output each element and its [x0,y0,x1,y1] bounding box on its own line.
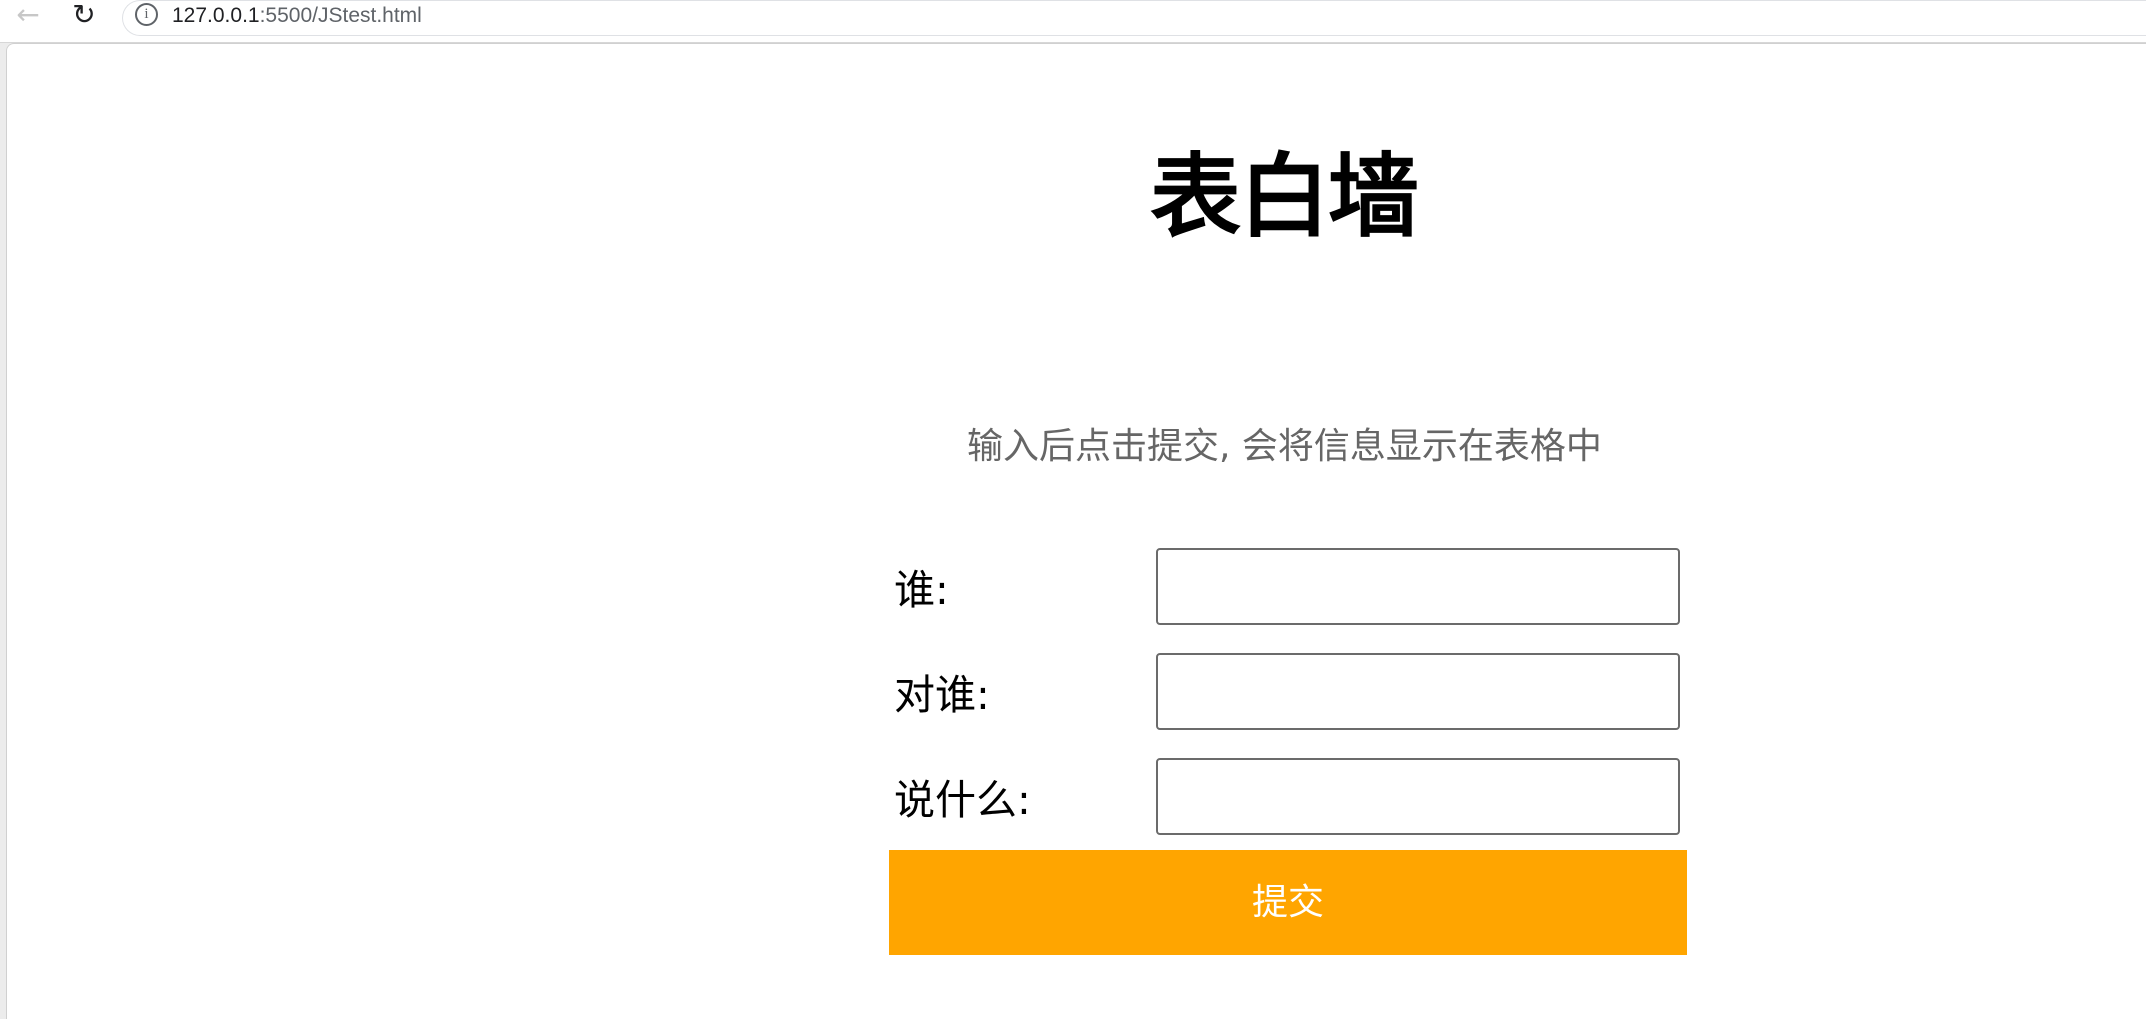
who-input[interactable] [1156,548,1680,625]
reload-button[interactable]: ↻ [64,0,104,30]
instruction-text: 输入后点击提交, 会将信息显示在表格中 [967,426,1602,467]
submit-button[interactable]: 提交 [889,850,1687,955]
address-bar[interactable]: i 127.0.0.1:5500/JStest.html [122,0,2146,36]
message-input[interactable] [1156,758,1680,835]
info-icon[interactable]: i [135,3,158,26]
message-label: 说什么: [894,776,1031,824]
address-url[interactable]: 127.0.0.1:5500/JStest.html [172,1,422,31]
address-host: 127.0.0.1 [172,4,260,27]
to-whom-input[interactable] [1156,653,1680,730]
to-whom-label: 对谁: [894,671,990,719]
back-button[interactable]: ← [8,0,48,30]
address-path: :5500/JStest.html [259,4,422,27]
browser-toolbar: ← ↻ i 127.0.0.1:5500/JStest.html [0,0,2146,43]
reload-icon: ↻ [72,0,96,31]
page-viewport: 表白墙 输入后点击提交, 会将信息显示在表格中 谁: 对谁: 说什么: 提交 [6,43,2146,1019]
who-label: 谁: [894,566,949,614]
back-arrow-icon: ← [16,0,40,31]
page-title: 表白墙 [1150,145,1419,250]
